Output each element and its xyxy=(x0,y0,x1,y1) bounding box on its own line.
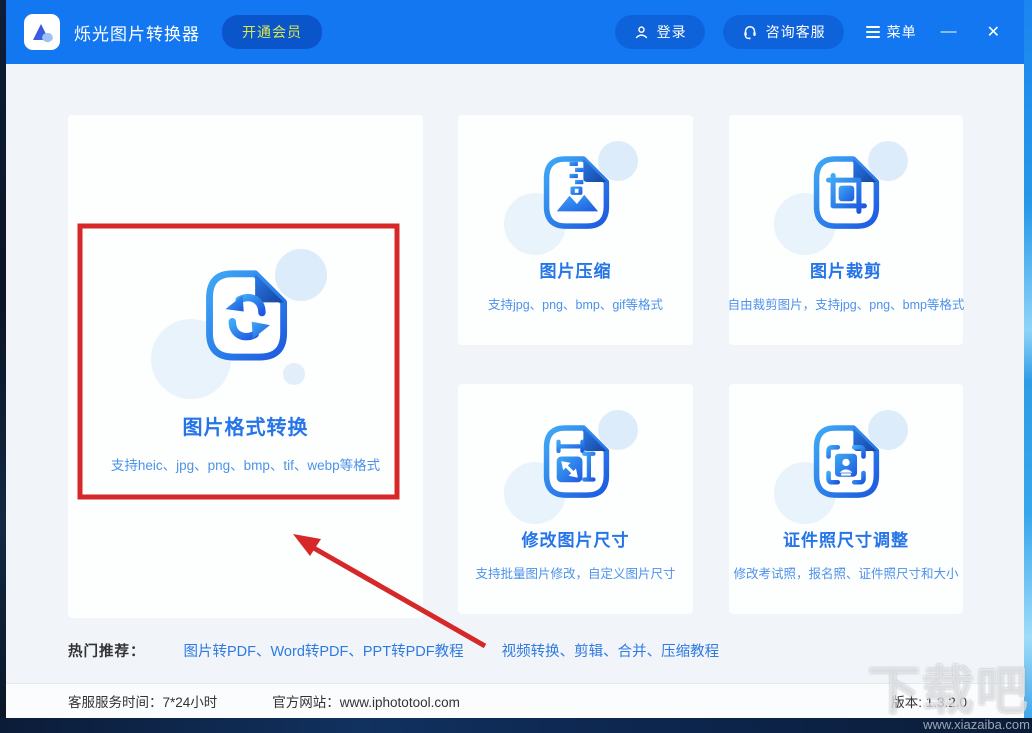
app-window: 烁光图片转换器 开通会员 登录 咨询客服 xyxy=(6,0,1024,718)
card-subtitle: 自由裁剪图片，支持jpg、png、bmp等格式 xyxy=(728,294,965,313)
doc-zip-icon xyxy=(530,147,622,239)
titlebar: 烁光图片转换器 开通会员 登录 咨询客服 xyxy=(6,0,1024,64)
recommend-label: 热门推荐： xyxy=(68,640,146,661)
card-title: 图片压缩 xyxy=(540,257,612,282)
card-title: 证件照尺寸调整 xyxy=(783,526,909,551)
close-button[interactable]: ✕ xyxy=(981,20,1006,44)
card-title: 修改图片尺寸 xyxy=(522,526,630,551)
support-button[interactable]: 咨询客服 xyxy=(723,15,844,49)
recommend-link-video-tutorials[interactable]: 视频转换、剪辑、合并、压缩教程 xyxy=(502,640,720,661)
card-subtitle: 支持jpg、png、bmp、gif等格式 xyxy=(488,294,663,313)
desktop-taskbar xyxy=(0,718,1032,733)
card-format-convert[interactable]: 图片格式转换 支持heic、jpg、png、bmp、tif、webp等格式 xyxy=(68,115,423,618)
mountain-logo-icon xyxy=(29,19,55,45)
footer-version: 版本: 1.3.2.0 xyxy=(891,691,967,711)
doc-idphoto-icon xyxy=(800,416,892,508)
vip-button[interactable]: 开通会员 xyxy=(222,15,322,49)
headset-icon xyxy=(741,23,759,41)
main-area: 图片格式转换 支持heic、jpg、png、bmp、tif、webp等格式 xyxy=(6,64,1024,683)
desktop-edge-right xyxy=(1024,0,1032,733)
card-subtitle: 支持heic、jpg、png、bmp、tif、webp等格式 xyxy=(111,454,380,474)
login-label: 登录 xyxy=(657,22,687,42)
doc-crop-icon xyxy=(800,147,892,239)
app-logo xyxy=(24,14,60,50)
login-button[interactable]: 登录 xyxy=(615,15,705,49)
recommend-link-pdf-tutorials[interactable]: 图片转PDF、Word转PDF、PPT转PDF教程 xyxy=(184,640,464,661)
support-label: 咨询客服 xyxy=(766,22,826,42)
recommend-row: 热门推荐： 图片转PDF、Word转PDF、PPT转PDF教程 视频转换、剪辑、… xyxy=(68,640,719,661)
card-compress[interactable]: 图片压缩 支持jpg、png、bmp、gif等格式 xyxy=(458,115,693,345)
card-resize[interactable]: 修改图片尺寸 支持批量图片修改，自定义图片尺寸 xyxy=(458,384,693,614)
menu-icon xyxy=(866,26,880,38)
footer-service-time: 客服服务时间：7*24小时 xyxy=(68,691,217,711)
card-title: 图片裁剪 xyxy=(810,257,882,282)
card-idphoto[interactable]: 证件照尺寸调整 修改考试照，报名照、证件照尺寸和大小 xyxy=(729,384,963,614)
footer-official-site: 官方网站：www.iphototool.com xyxy=(272,691,460,711)
footer-bar: 客服服务时间：7*24小时 官方网站：www.iphototool.com 版本… xyxy=(6,683,1024,718)
menu-button[interactable]: 菜单 xyxy=(866,22,917,42)
user-icon xyxy=(633,24,650,41)
card-crop[interactable]: 图片裁剪 自由裁剪图片，支持jpg、png、bmp等格式 xyxy=(729,115,963,345)
app-title: 烁光图片转换器 xyxy=(74,20,200,45)
doc-swap-icon xyxy=(189,259,303,373)
card-subtitle: 修改考试照，报名照、证件照尺寸和大小 xyxy=(733,563,958,582)
card-title: 图片格式转换 xyxy=(183,411,309,440)
minimize-button[interactable]: — xyxy=(935,21,963,43)
menu-label: 菜单 xyxy=(887,22,917,42)
card-subtitle: 支持批量图片修改，自定义图片尺寸 xyxy=(475,563,675,582)
doc-resize-icon xyxy=(530,416,622,508)
